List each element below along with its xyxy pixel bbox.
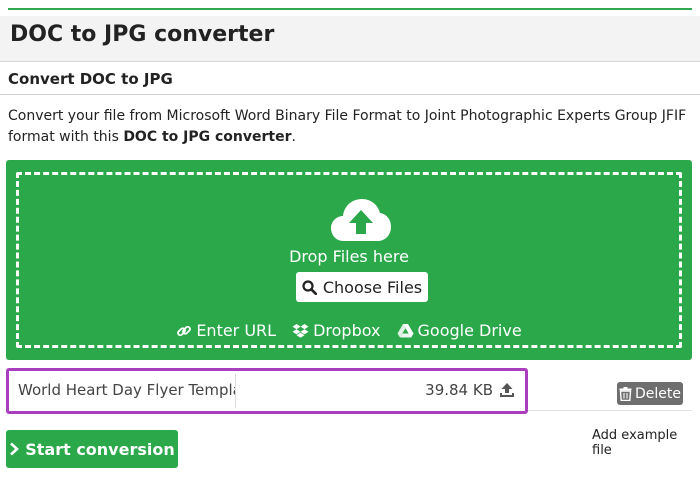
cloud-upload-icon — [331, 199, 391, 241]
description-text: Convert your file from Microsoft Word Bi… — [8, 108, 687, 145]
top-accent-rule — [8, 8, 692, 10]
choose-files-button[interactable]: Choose Files — [296, 272, 428, 302]
file-name: World Heart Day Flyer Template.doc — [12, 374, 236, 408]
drop-files-text: Drop Files here — [289, 247, 409, 266]
dropbox-link[interactable]: Dropbox — [292, 321, 381, 340]
dropbox-icon — [292, 323, 309, 338]
upload-arrow-icon[interactable] — [499, 382, 515, 398]
google-drive-icon — [397, 324, 414, 338]
file-size: 39.84 KB — [425, 381, 493, 399]
link-icon — [177, 325, 192, 336]
row-divider — [528, 410, 692, 411]
start-conversion-label: Start conversion — [25, 439, 175, 459]
chevron-right-icon — [10, 442, 20, 456]
google-drive-label: Google Drive — [417, 321, 522, 340]
dropbox-label: Dropbox — [313, 321, 381, 340]
section-divider — [0, 94, 700, 95]
page-header: DOC to JPG converter — [0, 16, 700, 62]
page-title: DOC to JPG converter — [10, 22, 275, 47]
upload-dropzone[interactable]: Drop Files here Choose Files Enter URL D… — [6, 160, 692, 360]
search-icon — [302, 279, 317, 295]
delete-button[interactable]: Delete — [617, 382, 683, 405]
choose-files-label: Choose Files — [322, 277, 423, 297]
delete-label: Delete — [635, 385, 681, 402]
add-example-file-link[interactable]: Add example file — [592, 428, 700, 458]
start-conversion-button[interactable]: Start conversion — [6, 430, 178, 468]
section-subtitle: Convert DOC to JPG — [8, 70, 173, 88]
file-size-group: 39.84 KB — [425, 381, 515, 399]
file-row: World Heart Day Flyer Template.doc 39.84… — [6, 368, 528, 414]
enter-url-link[interactable]: Enter URL — [176, 321, 276, 340]
description-end: . — [291, 129, 296, 145]
upload-sources: Enter URL Dropbox Google Drive — [19, 321, 679, 340]
trash-icon — [619, 386, 632, 401]
google-drive-link[interactable]: Google Drive — [397, 321, 522, 340]
dropzone-dashed-border: Drop Files here Choose Files Enter URL D… — [16, 172, 682, 348]
description-bold: DOC to JPG converter — [123, 129, 292, 145]
description: Convert your file from Microsoft Word Bi… — [8, 106, 692, 148]
enter-url-label: Enter URL — [196, 321, 277, 340]
